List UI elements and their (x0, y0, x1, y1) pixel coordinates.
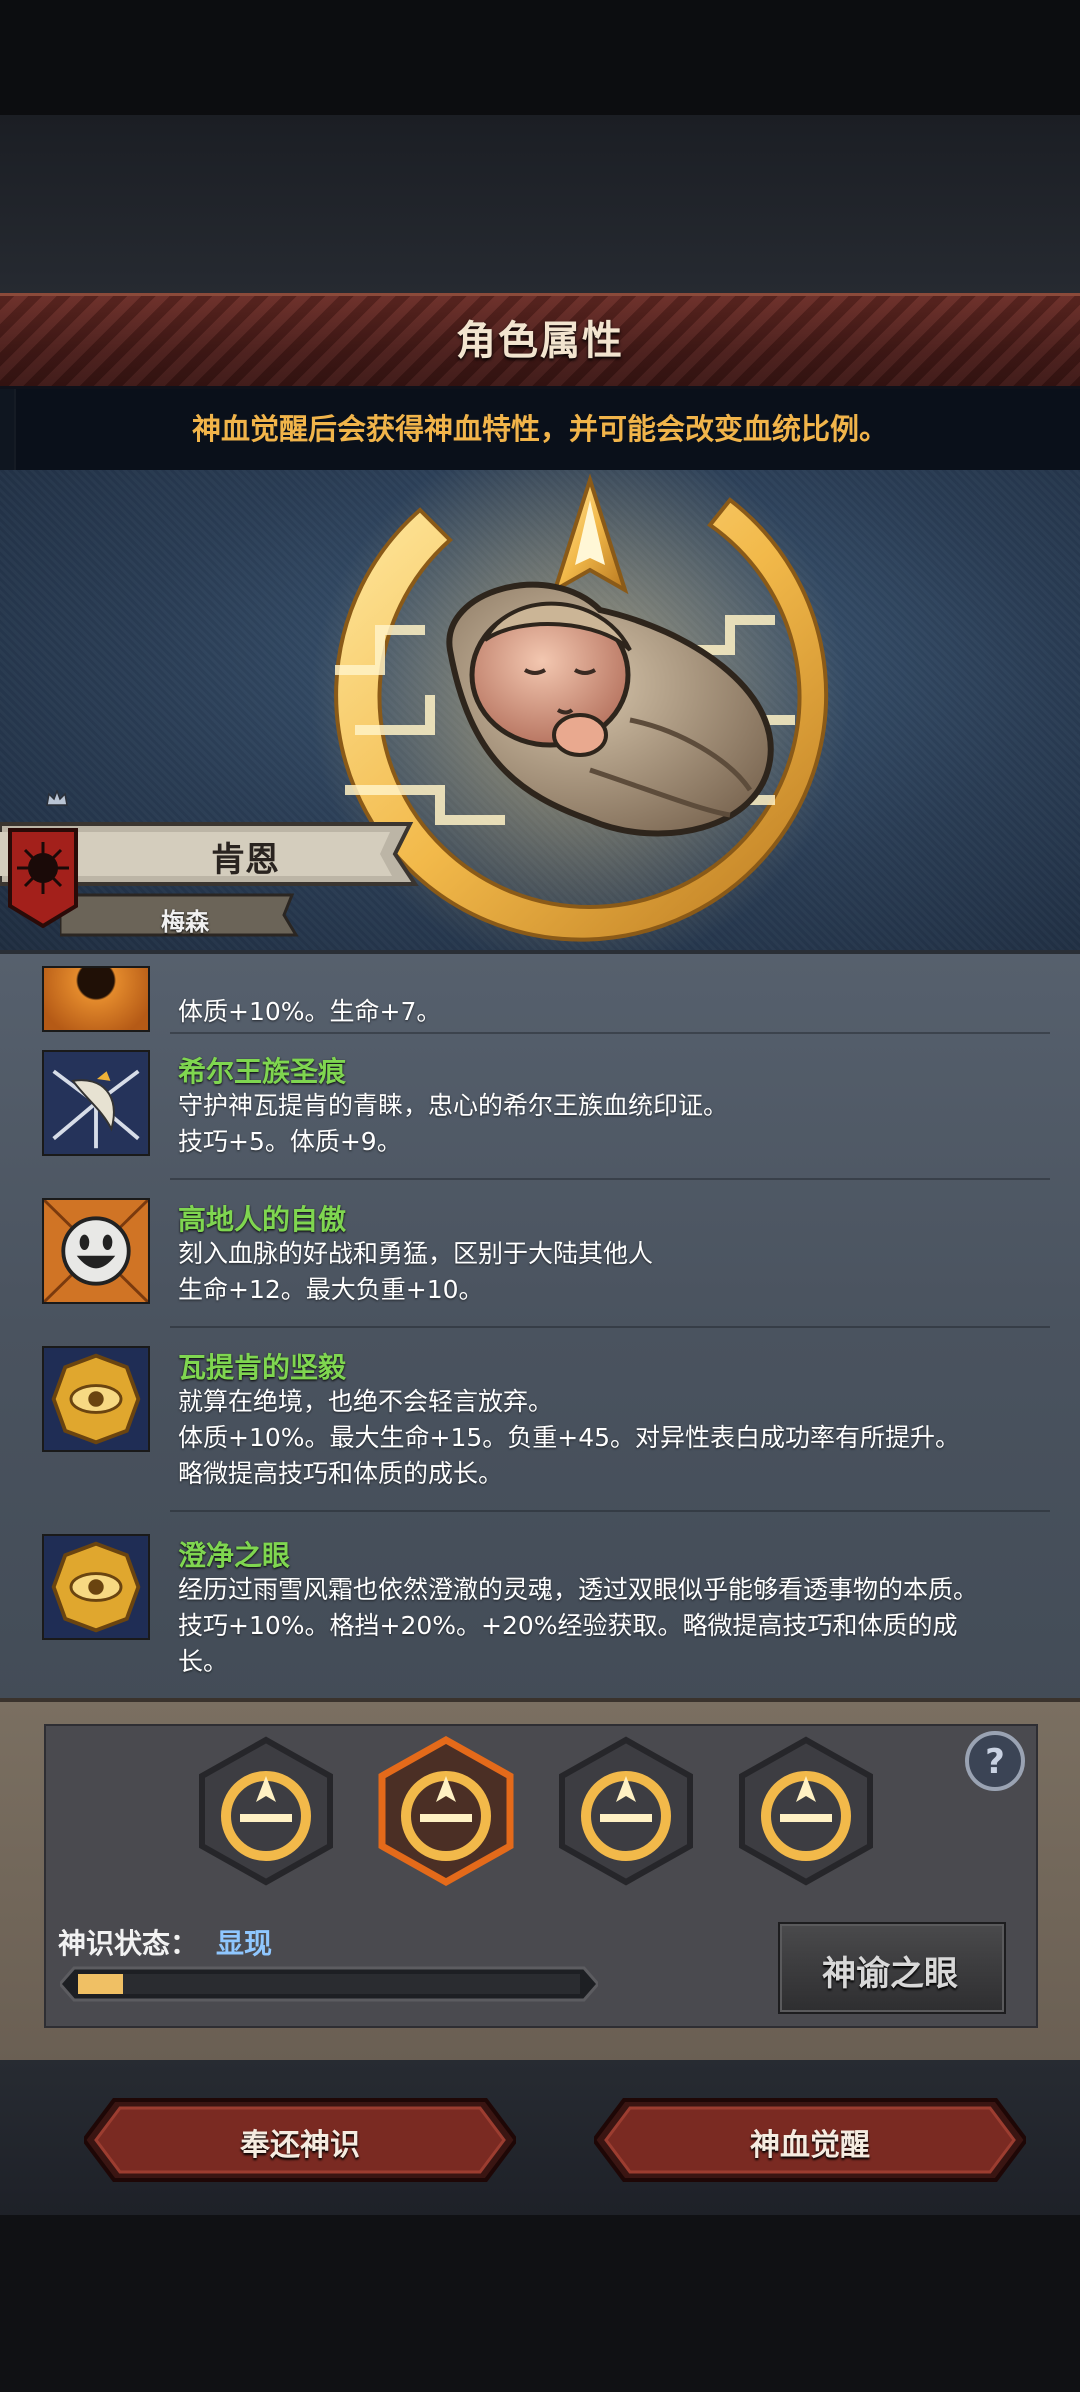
page-title: 角色属性 (456, 318, 624, 364)
smiley-face-icon (42, 1198, 150, 1304)
trait-name: 希尔王族圣痕 (178, 1055, 347, 1088)
trait-growth: 略微提高技巧和体质的成长。 (178, 1459, 504, 1488)
trait-growth: 长。 (178, 1647, 229, 1676)
notice-text: 神血觉醒后会获得神血特性，并可能会改变血统比例。 (191, 412, 888, 446)
character-subname: 梅森 (161, 908, 209, 936)
trait-effect: 生命+12。最大负重+10。 (178, 1275, 484, 1304)
help-icon[interactable]: ? (964, 1730, 1026, 1792)
family-banner-icon[interactable] (8, 828, 78, 928)
divine-slot-4[interactable] (738, 1736, 874, 1886)
feather-crest-icon (42, 1050, 150, 1156)
divine-awaken-label: 神血觉醒 (750, 2128, 870, 2163)
swaddled-baby-portrait (446, 581, 774, 837)
divine-status-value: 显现 (216, 1927, 273, 1960)
crown-icon (46, 790, 68, 806)
oracle-eye-label: 神谕之眼 (822, 1954, 958, 1994)
trait-list[interactable]: 体质+10%。生命+7。 希尔王族圣痕 守护神瓦提肯的青睐，忠心的希尔王族血统印… (0, 950, 1080, 1702)
divider (170, 1326, 1050, 1328)
trait-desc: 守护神瓦提肯的青睐，忠心的希尔王族血统印证。 (178, 1091, 729, 1120)
divider (170, 1510, 1050, 1512)
trait-desc: 经历过雨雪风霜也依然澄澈的灵魂，透过双眼似乎能够看透事物的本质。 (178, 1575, 979, 1604)
character-name: 肯恩 (211, 840, 279, 880)
divine-slot-3[interactable] (558, 1736, 694, 1886)
trait-effect: 体质+10%。最大生命+15。负重+45。对异性表白成功率有所提升。 (178, 1423, 961, 1452)
golden-eye-medal-icon (42, 1346, 150, 1452)
eye-sun-icon (42, 966, 150, 1032)
bottom-bar (0, 2215, 1080, 2392)
divider (170, 1032, 1050, 1034)
top-band (0, 115, 1080, 295)
progress-fill (78, 1974, 123, 1994)
trait-desc: 刻入血脉的好战和勇猛，区别于大陆其他人 (178, 1239, 654, 1268)
divine-slot-2-selected[interactable] (378, 1736, 514, 1886)
divine-status-label: 神识状态： (58, 1927, 199, 1960)
golden-eye-medal-icon (42, 1534, 150, 1640)
trait-effect: 技巧+10%。格挡+20%。+20%经验获取。略微提高技巧和体质的成 (178, 1611, 958, 1640)
notice-bar: 神血觉醒后会获得神血特性，并可能会改变血统比例。 (0, 386, 1080, 470)
trait-name: 高地人的自傲 (178, 1203, 347, 1236)
trait-name: 瓦提肯的坚毅 (178, 1351, 347, 1384)
divine-slot-1[interactable] (198, 1736, 334, 1886)
svg-text:?: ? (985, 1742, 1005, 1782)
divider (170, 1178, 1050, 1180)
trait-effect: 体质+10%。生命+7。 (178, 997, 442, 1026)
trait-effect: 技巧+5。体质+9。 (178, 1127, 402, 1156)
panel-header: 角色属性 (0, 293, 1080, 389)
trait-desc: 就算在绝境，也绝不会轻言放弃。 (178, 1387, 554, 1416)
trait-name: 澄净之眼 (178, 1539, 291, 1572)
divine-progress-bar (60, 1966, 598, 2002)
return-divine-label: 奉还神识 (240, 2128, 360, 2163)
